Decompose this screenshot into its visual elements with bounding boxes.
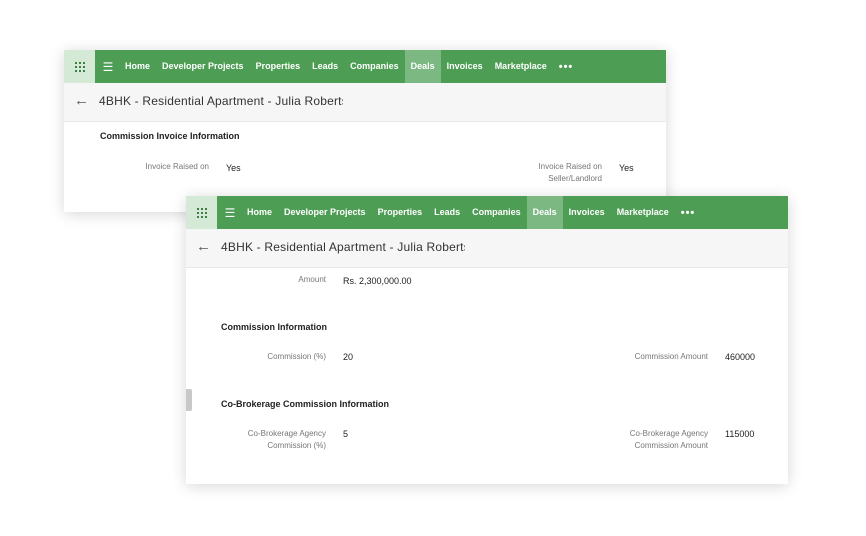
tab-developer-projects[interactable]: Developer Projects — [278, 196, 372, 229]
more-icon[interactable]: ••• — [553, 61, 580, 73]
tab-companies[interactable]: Companies — [466, 196, 527, 229]
commission-amount-value: 460000 — [725, 352, 756, 362]
tab-marketplace[interactable]: Marketplace — [611, 196, 675, 229]
tab-leads[interactable]: Leads — [306, 50, 344, 83]
amount-value: Rs. 2,300,000.00 — [343, 276, 412, 286]
tab-leads[interactable]: Leads — [428, 196, 466, 229]
panel-collapse-handle[interactable] — [186, 389, 192, 411]
record-title: 4BHK - Residential Apartment - Julia Rob… — [221, 240, 465, 254]
cobrokerage-pct-value: 5 — [343, 429, 349, 439]
commission-section-title: Commission Information — [221, 322, 328, 332]
tab-properties[interactable]: Properties — [250, 50, 307, 83]
amount-label: Amount — [298, 275, 326, 284]
more-icon[interactable]: ••• — [675, 207, 702, 219]
tab-invoices[interactable]: Invoices — [441, 50, 489, 83]
cobrokerage-amount-label: Co-Brokerage Agency Commission Amount — [629, 429, 708, 450]
record-header: ← 4BHK - Residential Apartment - Julia R… — [186, 229, 788, 268]
cobrokerage-amount-value: 115000 — [725, 429, 755, 439]
tab-developer-projects[interactable]: Developer Projects — [156, 50, 250, 83]
commission-amount-label: Commission Amount — [634, 352, 708, 361]
tab-companies[interactable]: Companies — [344, 50, 405, 83]
tab-marketplace[interactable]: Marketplace — [489, 50, 553, 83]
seller-raised-label: Invoice Raised on Seller/Landlord — [538, 162, 602, 183]
record-header: ← 4BHK - Residential Apartment - Julia R… — [64, 83, 666, 122]
apps-icon[interactable] — [186, 196, 217, 229]
invoice-raised-value: Yes — [226, 163, 241, 173]
tab-deals[interactable]: Deals — [404, 50, 441, 83]
tab-home[interactable]: Home — [119, 50, 156, 83]
section-title: Commission Invoice Information — [100, 131, 240, 141]
cobrokerage-pct-label: Co-Brokerage Agency Commission (%) — [247, 429, 326, 450]
commission-pct-value: 20 — [343, 352, 354, 362]
tab-deals[interactable]: Deals — [526, 196, 563, 229]
top-nav: ☰ Home Developer Projects Properties Lea… — [186, 196, 788, 229]
apps-icon[interactable] — [64, 50, 95, 83]
top-nav: ☰ Home Developer Projects Properties Lea… — [64, 50, 666, 83]
cobrokerage-section-title: Co-Brokerage Commission Information — [221, 399, 390, 409]
tab-invoices[interactable]: Invoices — [563, 196, 611, 229]
menu-icon[interactable]: ☰ — [97, 60, 119, 74]
menu-icon[interactable]: ☰ — [219, 206, 241, 220]
record-title: 4BHK - Residential Apartment - Julia Rob… — [99, 94, 343, 108]
seller-raised-value: Yes — [619, 163, 634, 173]
commission-pct-label: Commission (%) — [267, 352, 326, 361]
back-arrow-icon[interactable]: ← — [196, 238, 211, 255]
invoice-raised-label: Invoice Raised on — [145, 162, 209, 171]
back-window: ☰ Home Developer Projects Properties Lea… — [64, 50, 666, 212]
back-arrow-icon[interactable]: ← — [74, 92, 89, 109]
tab-properties[interactable]: Properties — [372, 196, 429, 229]
front-window: ☰ Home Developer Projects Properties Lea… — [186, 196, 788, 484]
tab-home[interactable]: Home — [241, 196, 278, 229]
